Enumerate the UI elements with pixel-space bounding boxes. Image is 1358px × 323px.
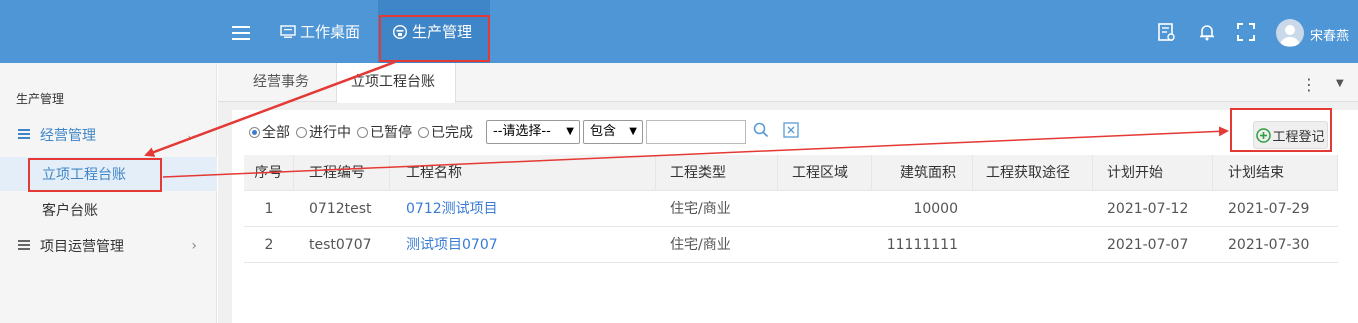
radio-in-progress[interactable]: 进行中 <box>296 122 351 142</box>
radio-completed-label: 已完成 <box>431 125 473 141</box>
sidebar: 生产管理 经营管理 ⌄ 立项工程台账 客户台账 项目运营管理 › <box>0 63 217 323</box>
radio-dot <box>418 126 429 138</box>
sidebar-item-customer-ledger-label: 客户台账 <box>42 203 98 219</box>
clear-icon[interactable] <box>782 121 800 139</box>
cell-no: 2 <box>264 237 274 253</box>
top-bar: 工作桌面 生产管理 宋春燕 <box>0 0 1358 63</box>
tab-business-affairs-label: 经营事务 <box>253 74 309 90</box>
field-select-value: --请选择-- <box>493 124 551 139</box>
status-filter: 全部 进行中 已暂停 已完成 <box>249 119 479 145</box>
radio-dot <box>249 126 260 138</box>
radio-paused-label: 已暂停 <box>370 125 412 141</box>
cell-plan-end: 2021-07-29 <box>1228 201 1310 217</box>
col-plan-start[interactable]: 计划开始 <box>1093 155 1213 191</box>
nav-work-desk-label: 工作桌面 <box>300 23 361 41</box>
col-code[interactable]: 工程编号 <box>294 155 390 191</box>
col-type[interactable]: 工程类型 <box>656 155 778 191</box>
table-row[interactable]: 1 0712test 0712测试项目 住宅/商业 10000 2021-07-… <box>244 191 1338 227</box>
radio-dot <box>296 126 307 138</box>
annotation-box-nav <box>379 15 490 62</box>
radio-all-label: 全部 <box>262 125 290 141</box>
annotation-box-sidebar <box>28 158 162 192</box>
menu-icon[interactable] <box>232 26 250 40</box>
user-icon <box>1280 25 1300 46</box>
cell-no: 1 <box>264 201 274 217</box>
sidebar-group-operations-label: 项目运营管理 <box>40 239 124 255</box>
radio-completed[interactable]: 已完成 <box>418 122 473 142</box>
chevron-down-icon: ▼ <box>629 126 637 137</box>
fullscreen-icon[interactable] <box>1236 22 1256 42</box>
tab-bar: 经营事务 立项工程台账 ⋮ ▼ <box>218 63 1358 103</box>
radio-paused[interactable]: 已暂停 <box>357 122 412 142</box>
annotation-box-register <box>1230 108 1332 152</box>
operator-select[interactable]: 包含 ▼ <box>583 120 643 144</box>
user-avatar[interactable] <box>1276 19 1304 47</box>
cell-code: 0712test <box>309 201 372 217</box>
tab-business-affairs[interactable]: 经营事务 <box>253 63 309 102</box>
sidebar-group-operations[interactable]: 项目运营管理 › <box>0 229 217 263</box>
sidebar-title: 生产管理 <box>16 92 65 106</box>
user-name[interactable]: 宋春燕 <box>1310 25 1349 44</box>
col-no[interactable]: 序号 <box>244 155 294 191</box>
radio-all[interactable]: 全部 <box>249 122 290 142</box>
cell-plan-start: 2021-07-12 <box>1107 201 1189 217</box>
table-header: 序号 工程编号 工程名称 工程类型 工程区域 建筑面积 工程获取途径 计划开始 … <box>244 155 1338 191</box>
sidebar-group-business[interactable]: 经营管理 ⌄ <box>0 118 217 152</box>
col-building-area[interactable]: 建筑面积 <box>872 155 973 191</box>
sidebar-group-business-label: 经营管理 <box>40 128 96 144</box>
col-region[interactable]: 工程区域 <box>778 155 872 191</box>
cell-region <box>778 191 792 227</box>
col-plan-end[interactable]: 计划结束 <box>1213 155 1338 191</box>
cell-source <box>973 227 986 263</box>
cell-plan-end: 2021-07-30 <box>1228 237 1310 253</box>
chevron-down-icon: ⌄ <box>185 127 197 143</box>
cell-name-link[interactable]: 0712测试项目 <box>390 191 498 227</box>
report-icon[interactable] <box>1156 22 1176 42</box>
chevron-right-icon: › <box>191 238 197 254</box>
keyword-input[interactable] <box>646 120 746 144</box>
nav-work-desk[interactable]: 工作桌面 <box>280 0 360 63</box>
tab-project-ledger-label: 立项工程台账 <box>351 74 435 90</box>
cell-code: test0707 <box>309 237 372 253</box>
cell-building-area: 11111111 <box>886 237 958 253</box>
radio-in-progress-label: 进行中 <box>309 125 351 141</box>
caret-down-icon[interactable]: ▼ <box>1336 78 1344 89</box>
cell-source <box>973 191 986 227</box>
cell-type: 住宅/商业 <box>670 201 731 217</box>
cell-type: 住宅/商业 <box>670 237 731 253</box>
bell-icon[interactable] <box>1197 22 1217 42</box>
tab-project-ledger[interactable]: 立项工程台账 <box>336 63 456 103</box>
chevron-down-icon: ▼ <box>566 126 574 137</box>
operator-select-value: 包含 <box>590 124 617 139</box>
list-icon <box>18 129 30 141</box>
search-icon[interactable] <box>752 121 770 139</box>
table-row[interactable]: 2 test0707 测试项目0707 住宅/商业 11111111 2021-… <box>244 227 1338 263</box>
cell-name-link[interactable]: 测试项目0707 <box>390 227 498 263</box>
col-source[interactable]: 工程获取途径 <box>973 155 1093 191</box>
cell-building-area: 10000 <box>913 201 958 217</box>
monitor-icon <box>280 24 296 38</box>
more-vertical-icon[interactable]: ⋮ <box>1301 75 1317 94</box>
cell-region <box>778 227 792 263</box>
col-name[interactable]: 工程名称 <box>390 155 656 191</box>
sidebar-item-customer-ledger[interactable]: 客户台账 <box>0 193 217 227</box>
cell-plan-start: 2021-07-07 <box>1107 237 1189 253</box>
radio-dot <box>357 126 368 138</box>
field-select[interactable]: --请选择-- ▼ <box>486 120 580 144</box>
list-icon <box>18 240 30 252</box>
